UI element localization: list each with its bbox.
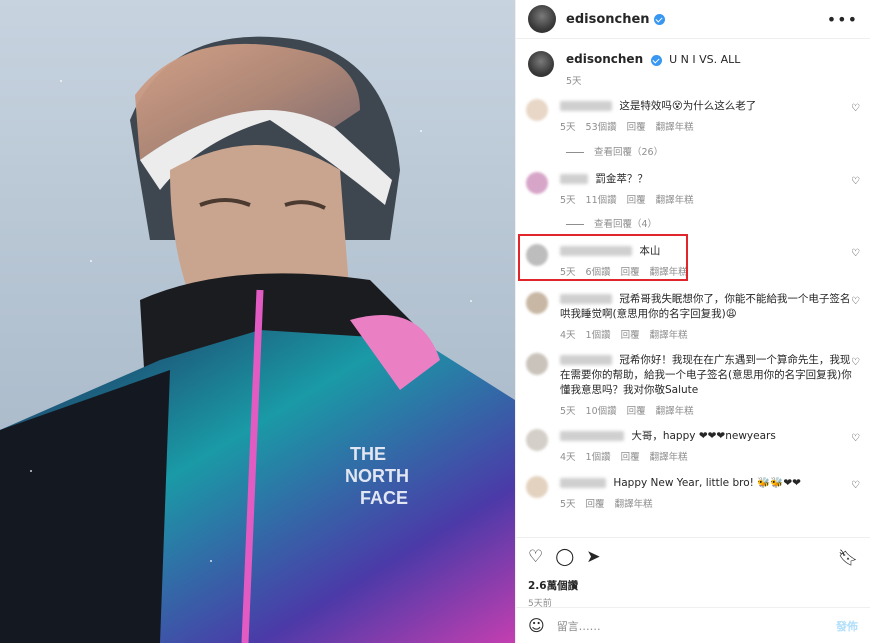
caption-time[interactable]: 5天	[566, 76, 582, 87]
comment-item: 这是特效吗😵为什么这么老了 5天 53個讚 回覆 翻譯年糕 ♡	[526, 99, 860, 135]
blurred-username	[560, 431, 624, 441]
svg-text:FACE: FACE	[360, 488, 408, 508]
bookmark-icon[interactable]: 🔖︎	[838, 548, 858, 567]
likes-count[interactable]: 2.6萬個讚	[528, 578, 858, 593]
comment-likes[interactable]: 10個讚	[586, 406, 617, 417]
comments-list[interactable]: edisonchen U N I VS. ALL 5天 这是特效吗😵为什么这么老…	[516, 39, 870, 537]
comment-likes[interactable]: 1個讚	[586, 330, 611, 341]
post-header: edisonchen •••	[516, 0, 870, 39]
svg-text:THE: THE	[350, 444, 386, 464]
comment-input[interactable]: 留言……	[557, 618, 836, 634]
heart-icon[interactable]: ♡	[851, 357, 860, 368]
translate-button[interactable]: 翻譯年糕	[656, 122, 694, 133]
comment-likes[interactable]: 53個讚	[586, 122, 617, 133]
highlight-box	[518, 234, 688, 281]
comment-text: 罰金萃？？	[595, 173, 648, 185]
blurred-username	[560, 355, 612, 365]
reply-button[interactable]: 回覆	[586, 499, 605, 510]
avatar[interactable]	[526, 353, 548, 375]
view-replies-button[interactable]: 查看回覆（4）	[566, 216, 657, 230]
comment-item: 冠希哥我失眠想你了，你能不能給我一个电子签名哄我睡觉啊(意思用你的名字回复我)😩…	[526, 292, 860, 343]
view-replies-button[interactable]: 查看回覆（26）	[566, 144, 663, 158]
caption: edisonchen U N I VS. ALL 5天	[516, 39, 870, 96]
avatar[interactable]	[528, 51, 554, 77]
verified-icon	[650, 54, 662, 66]
comment-time[interactable]: 5天	[560, 499, 576, 510]
heart-icon[interactable]: ♡	[851, 296, 860, 307]
comment-item: 大哥，happy ❤❤❤newyears 4天 1個讚 回覆 翻譯年糕 ♡	[526, 429, 860, 465]
comment-item: 罰金萃？？ 5天 11個讚 回覆 翻譯年糕 ♡	[526, 172, 860, 208]
post-photo[interactable]: THE NORTH FACE	[0, 0, 515, 643]
blurred-username	[560, 294, 612, 304]
translate-button[interactable]: 翻譯年糕	[650, 452, 688, 463]
avatar[interactable]	[526, 476, 548, 498]
avatar[interactable]	[526, 429, 548, 451]
comment-likes[interactable]: 1個讚	[586, 452, 611, 463]
avatar[interactable]	[526, 99, 548, 121]
verified-icon	[653, 13, 665, 25]
reply-button[interactable]: 回覆	[627, 406, 646, 417]
comment-time[interactable]: 5天	[560, 406, 576, 417]
translate-button[interactable]: 翻譯年糕	[656, 406, 694, 417]
reply-button[interactable]: 回覆	[627, 195, 646, 206]
share-icon[interactable]: ➤	[586, 547, 600, 567]
comment-time[interactable]: 5天	[560, 122, 576, 133]
caption-username[interactable]: edisonchen	[566, 52, 643, 66]
svg-text:NORTH: NORTH	[345, 466, 409, 486]
heart-icon[interactable]: ♡	[851, 176, 860, 187]
comment-time[interactable]: 4天	[560, 330, 576, 341]
comment-time[interactable]: 5天	[560, 195, 576, 206]
translate-button[interactable]: 翻譯年糕	[615, 499, 653, 510]
heart-icon[interactable]: ♡	[528, 547, 543, 567]
reply-button[interactable]: 回覆	[627, 122, 646, 133]
translate-button[interactable]: 翻譯年糕	[650, 330, 688, 341]
comment-text: 大哥，happy ❤❤❤newyears	[631, 430, 776, 442]
post-detail-panel: edisonchen ••• edisonchen U N I VS. ALL …	[515, 0, 870, 643]
blurred-username	[560, 478, 606, 488]
comment-item: Happy New Year, little bro! 🐝🐝❤❤ 5天 回覆 翻譯年…	[526, 476, 860, 512]
avatar[interactable]	[528, 5, 556, 33]
selfie-image: THE NORTH FACE	[0, 0, 515, 643]
blurred-username	[560, 101, 612, 111]
reply-button[interactable]: 回覆	[621, 452, 640, 463]
comment-time[interactable]: 4天	[560, 452, 576, 463]
username[interactable]: edisonchen	[566, 12, 650, 27]
comment-text: Happy New Year, little bro! 🐝🐝❤❤	[613, 477, 801, 489]
post-button[interactable]: 發佈	[836, 618, 858, 634]
heart-icon[interactable]: ♡	[851, 103, 860, 114]
reply-button[interactable]: 回覆	[621, 330, 640, 341]
comment-item: 冠希你好！我现在在广东遇到一个算命先生，我现在需要你的帮助，給我一个电子签名(意…	[526, 353, 860, 419]
comment-likes[interactable]: 11個讚	[586, 195, 617, 206]
post-actions: ♡ ◯ ➤ 🔖︎ 2.6萬個讚 5天前	[516, 537, 870, 609]
comment-composer: ☺ 留言…… 發佈	[516, 607, 870, 643]
heart-icon[interactable]: ♡	[851, 248, 860, 259]
avatar[interactable]	[526, 292, 548, 314]
comment-text: 这是特效吗😵为什么这么老了	[619, 100, 757, 112]
heart-icon[interactable]: ♡	[851, 433, 860, 444]
caption-text: U N I VS. ALL	[669, 53, 741, 66]
comment-icon[interactable]: ◯	[555, 547, 574, 567]
emoji-icon[interactable]: ☺	[528, 616, 545, 635]
heart-icon[interactable]: ♡	[851, 480, 860, 491]
translate-button[interactable]: 翻譯年糕	[656, 195, 694, 206]
avatar[interactable]	[526, 172, 548, 194]
blurred-username	[560, 174, 588, 184]
more-horizontal-icon[interactable]: •••	[827, 10, 858, 29]
